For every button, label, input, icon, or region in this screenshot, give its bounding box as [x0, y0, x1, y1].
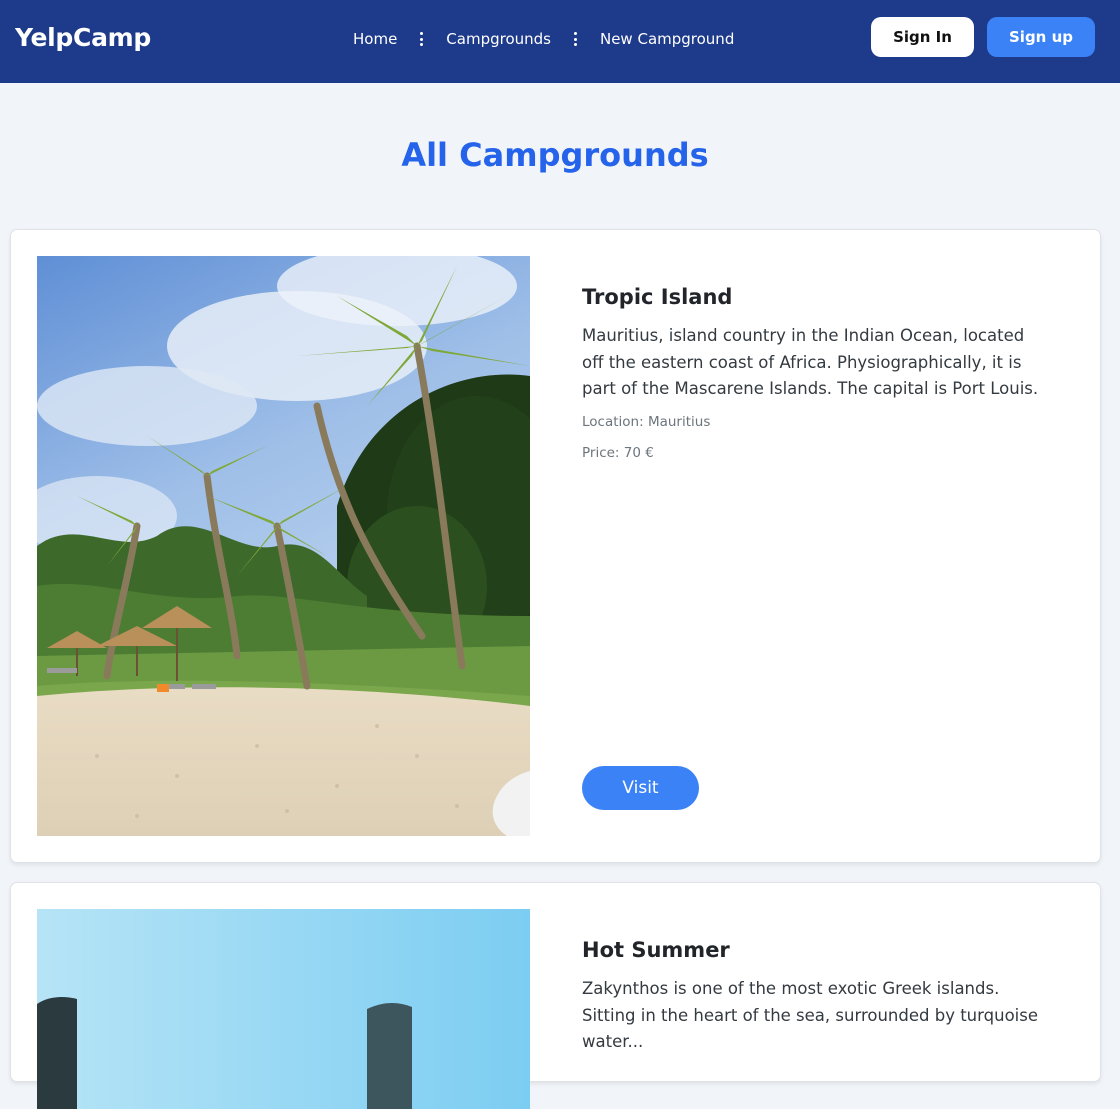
campground-description: Zakynthos is one of the most exotic Gree…	[582, 979, 1038, 1051]
nav-separator-icon	[573, 32, 577, 46]
page-title: All Campgrounds	[401, 136, 709, 174]
campground-card: Hot Summer Zakynthos is one of the most …	[10, 882, 1101, 1109]
campground-price: Price: 70 €	[582, 445, 654, 461]
campground-title: Hot Summer	[582, 938, 730, 962]
visit-button[interactable]: Visit	[582, 766, 699, 810]
nav-link-new-campground[interactable]: New Campground	[587, 30, 747, 48]
campground-image	[37, 256, 530, 836]
nav-separator-icon	[420, 32, 424, 46]
nav-links: Home Campgrounds New Campground	[340, 29, 747, 49]
campground-card: Tropic Island Mauritius, island country …	[10, 229, 1101, 863]
campground-description: Mauritius, island country in the Indian …	[582, 326, 1039, 398]
nav-link-campgrounds[interactable]: Campgrounds	[433, 30, 564, 48]
navbar: YelpCamp Home Campgrounds New Campground…	[0, 0, 1120, 83]
nav-link-home[interactable]: Home	[340, 30, 410, 48]
campground-image	[37, 909, 530, 1109]
sign-up-button[interactable]: Sign up	[987, 17, 1095, 57]
campground-location: Location: Mauritius	[582, 414, 711, 430]
campground-title: Tropic Island	[582, 285, 733, 309]
sign-in-button[interactable]: Sign In	[871, 17, 974, 57]
brand-logo[interactable]: YelpCamp	[15, 23, 151, 52]
